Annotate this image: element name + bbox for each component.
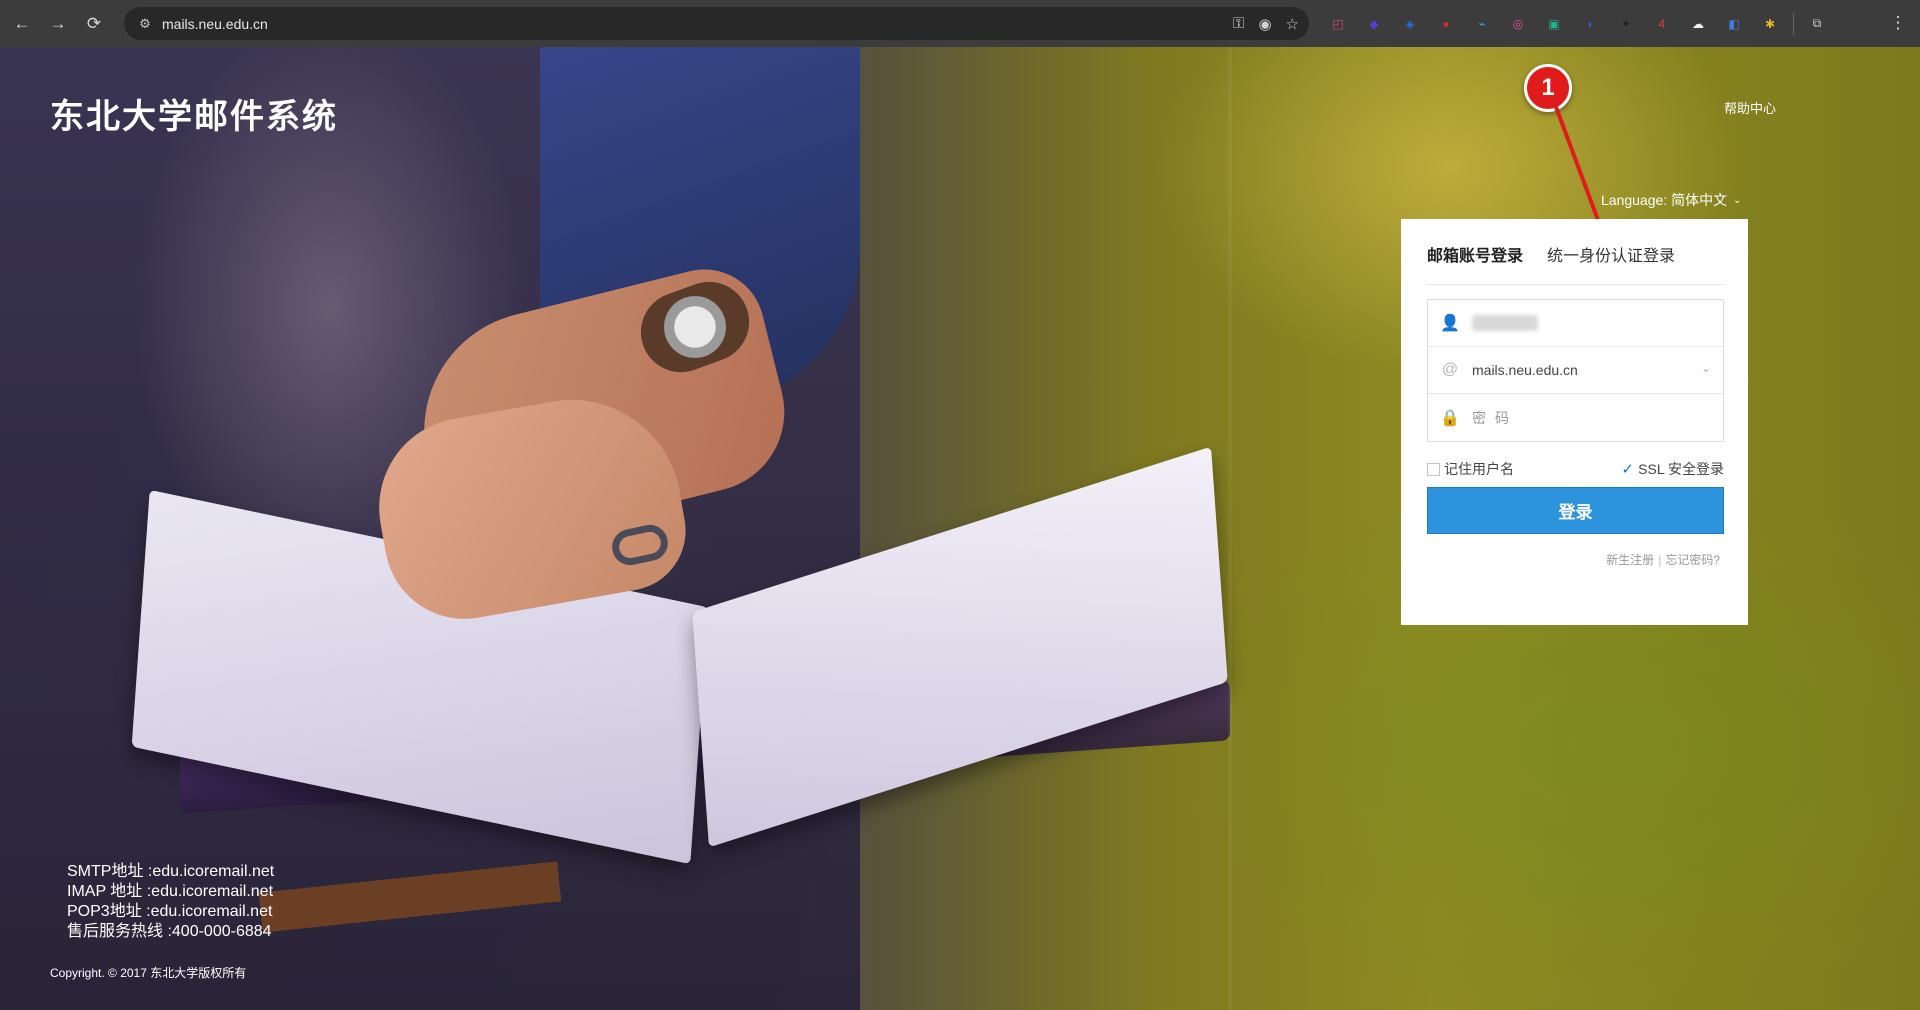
ext-8-icon[interactable]: ◗: [1577, 11, 1603, 37]
ext-9-icon[interactable]: ✦: [1613, 11, 1639, 37]
login-button[interactable]: 登录: [1427, 487, 1724, 534]
ssl-label: SSL 安全登录: [1638, 461, 1724, 477]
star-icon[interactable]: ☆: [1286, 15, 1299, 33]
tab-sso-login[interactable]: 统一身份认证登录: [1547, 247, 1675, 285]
ssl-login-checkbox[interactable]: ✓ SSL 安全登录: [1621, 459, 1724, 479]
ext-5-icon[interactable]: ⌁: [1469, 11, 1495, 37]
photo-seam: [1228, 47, 1232, 1010]
imap-line: IMAP 地址 :edu.icoremail.net: [67, 883, 274, 900]
remember-username-checkbox[interactable]: 记住用户名: [1427, 459, 1514, 479]
site-title: 东北大学邮件系统: [50, 97, 338, 137]
ext-7-icon[interactable]: ▣: [1541, 11, 1567, 37]
extensions-bar: ◰ ◆ ◈ ● ⌁ ◎ ▣ ◗ ✦ 4 ☁ ◧ ✱ ⧉: [1325, 0, 1830, 47]
ext-2-icon[interactable]: ◆: [1361, 11, 1387, 37]
login-page: 东北大学邮件系统 帮助中心 Language: 简体中文 ⌄ 1 邮箱账号登录 …: [0, 47, 1920, 1010]
eye-icon[interactable]: ◉: [1258, 15, 1271, 33]
language-label: Language: 简体中文: [1601, 192, 1728, 208]
ext-14-icon[interactable]: ⧉: [1804, 11, 1830, 37]
register-link[interactable]: 新生注册: [1606, 553, 1654, 567]
chevron-down-icon[interactable]: ⌄: [1701, 361, 1711, 375]
login-tabs: 邮箱账号登录 统一身份认证登录: [1427, 247, 1724, 285]
help-center-link[interactable]: 帮助中心: [1724, 98, 1776, 117]
back-icon[interactable]: ←: [4, 6, 40, 42]
key-icon[interactable]: ⚿: [1233, 15, 1244, 32]
link-separator: |: [1658, 553, 1662, 567]
reload-icon[interactable]: ⟳: [76, 6, 112, 42]
login-card: 邮箱账号登录 统一身份认证登录 👤 @ mails.neu.edu.cn ⌄ 🔒…: [1401, 219, 1748, 625]
password-field[interactable]: 🔒 密码: [1428, 394, 1723, 441]
toolbar-divider: [1793, 12, 1794, 35]
language-selector[interactable]: Language: 简体中文 ⌄: [1601, 190, 1741, 210]
hotline-line: 售后服务热线 :400-000-6884: [67, 923, 272, 940]
annotation-marker: 1: [1524, 64, 1572, 112]
ext-10-icon[interactable]: 4: [1649, 11, 1675, 37]
ext-1-icon[interactable]: ◰: [1325, 11, 1351, 37]
ext-13-icon[interactable]: ✱: [1757, 11, 1783, 37]
checkbox-icon[interactable]: [1427, 462, 1440, 476]
checkmark-icon[interactable]: ✓: [1621, 461, 1635, 478]
domain-value: mails.neu.edu.cn: [1472, 362, 1578, 378]
tab-mailbox-login[interactable]: 邮箱账号登录: [1427, 247, 1523, 285]
card-links: 新生注册 | 忘记密码?: [1606, 551, 1720, 568]
url-text[interactable]: mails.neu.edu.cn: [162, 16, 268, 32]
ext-4-icon[interactable]: ●: [1433, 11, 1459, 37]
at-icon: @: [1441, 361, 1459, 378]
smtp-line: SMTP地址 :edu.icoremail.net: [67, 863, 275, 880]
username-field[interactable]: 👤: [1428, 300, 1723, 347]
address-bar[interactable]: ⚙ mails.neu.edu.cn ⚿ ◉ ☆: [124, 7, 1309, 40]
copyright: Copyright. © 2017 东北大学版权所有: [50, 966, 247, 980]
user-icon: 👤: [1440, 315, 1460, 332]
forgot-password-link[interactable]: 忘记密码?: [1665, 553, 1720, 567]
browser-toolbar: ← → ⟳ ⚙ mails.neu.edu.cn ⚿ ◉ ☆ ◰ ◆ ◈ ● ⌁ ◎ ▣ ◗ ✦…: [0, 0, 1920, 47]
password-placeholder: 密码: [1472, 409, 1518, 426]
lock-icon: 🔒: [1440, 409, 1460, 427]
ext-6-icon[interactable]: ◎: [1505, 11, 1531, 37]
browser-menu-icon[interactable]: ⋮: [1880, 5, 1916, 41]
ext-12-icon[interactable]: ◧: [1721, 11, 1747, 37]
login-options: 记住用户名 ✓ SSL 安全登录: [1427, 459, 1724, 479]
domain-select[interactable]: @ mails.neu.edu.cn ⌄: [1428, 347, 1723, 394]
username-blurred: [1472, 315, 1538, 331]
remember-label: 记住用户名: [1444, 461, 1514, 477]
ext-11-icon[interactable]: ☁: [1685, 11, 1711, 37]
login-fields: 👤 @ mails.neu.edu.cn ⌄ 🔒 密码: [1427, 299, 1724, 442]
forward-icon[interactable]: →: [40, 6, 76, 42]
site-info-icon[interactable]: ⚙: [130, 16, 160, 32]
chevron-down-icon: ⌄: [1733, 194, 1742, 206]
ext-3-icon[interactable]: ◈: [1397, 11, 1423, 37]
server-info: SMTP地址 :edu.icoremail.net IMAP 地址 :edu.i…: [67, 862, 274, 942]
pop3-line: POP3地址 :edu.icoremail.net: [67, 903, 273, 920]
